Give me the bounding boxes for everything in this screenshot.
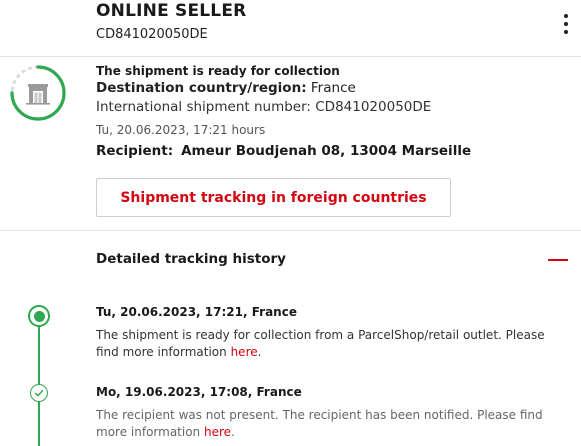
destination-label: Destination country/region:	[96, 80, 307, 96]
recipient-line: Recipient: Ameur Boudjenah 08, 13004 Mars…	[96, 142, 566, 161]
more-info-link[interactable]: here	[204, 425, 231, 439]
status-datetime: Tu, 20.06.2023, 17:21 hours	[96, 123, 266, 137]
more-info-link[interactable]: here	[231, 345, 258, 359]
destination-line: Destination country/region: France	[96, 79, 566, 98]
collapse-minus-icon[interactable]	[548, 259, 568, 261]
recipient-value: Ameur Boudjenah 08, 13004 Marseille	[181, 143, 472, 159]
more-options-button[interactable]	[558, 12, 574, 36]
timeline-current-dot	[28, 305, 50, 327]
recipient-label: Recipient:	[96, 143, 174, 159]
seller-name: ONLINE SELLER	[96, 1, 247, 21]
event-description: The shipment is ready for collection fro…	[96, 328, 545, 359]
tracking-history-title: Detailed tracking history	[96, 251, 286, 267]
more-vertical-icon	[564, 14, 568, 18]
status-title: The shipment is ready for collection	[96, 64, 340, 78]
check-icon	[30, 384, 48, 402]
shipment-number: CD841020050DE	[96, 27, 208, 42]
event-date: Tu, 20.06.2023, 17:21, France	[96, 305, 297, 319]
foreign-tracking-button[interactable]: Shipment tracking in foreign countries	[96, 178, 451, 217]
international-shipment-number: International shipment number: CD8410200…	[96, 99, 432, 115]
tracking-event: Mo, 19.06.2023, 17:08, France The recipi…	[96, 384, 566, 441]
event-description: The recipient was not present. The recip…	[96, 408, 543, 439]
shipment-header: ONLINE SELLER CD841020050DE	[0, 0, 581, 57]
section-divider	[0, 230, 581, 231]
event-date: Mo, 19.06.2023, 17:08, France	[96, 385, 302, 399]
timeline-line	[38, 316, 40, 446]
shipment-status: The shipment is ready for collection Des…	[96, 63, 566, 161]
destination-value: France	[306, 80, 356, 96]
tracking-event: Tu, 20.06.2023, 17:21, France The shipme…	[96, 304, 566, 361]
parcelshop-store-icon	[10, 65, 66, 121]
